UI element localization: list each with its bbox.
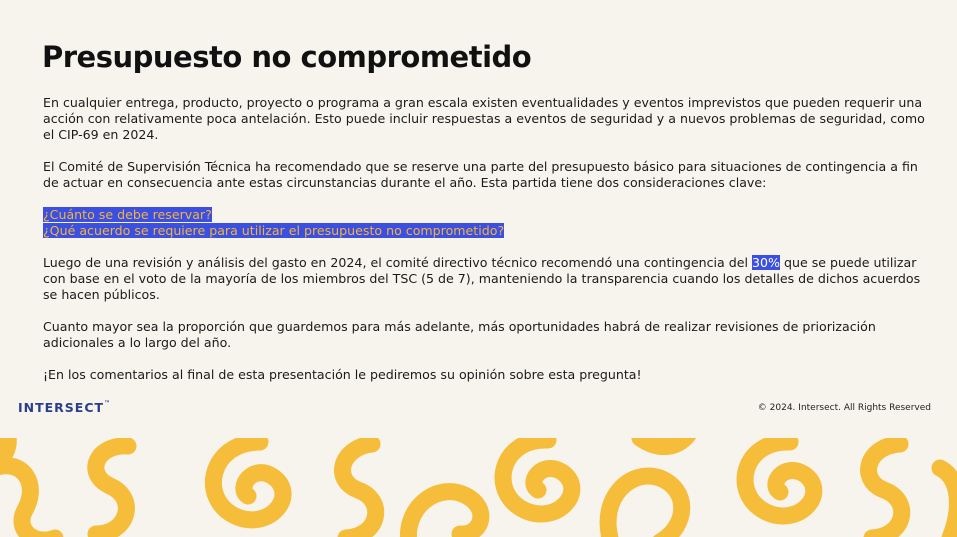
- question-how-much[interactable]: ¿Cuánto se debe reservar?: [43, 207, 212, 222]
- paragraph-intro[interactable]: En cualquier entrega, producto, proyecto…: [43, 95, 933, 143]
- slide-body: En cualquier entrega, producto, proyecto…: [43, 95, 933, 399]
- paragraph-proportion[interactable]: Cuanto mayor sea la proporción que guard…: [43, 319, 933, 351]
- slide-title: Presupuesto no comprometido: [42, 40, 532, 74]
- selected-questions[interactable]: ¿Cuánto se debe reservar? ¿Qué acuerdo s…: [43, 207, 933, 239]
- question-agreement[interactable]: ¿Qué acuerdo se requiere para utilizar e…: [43, 223, 505, 238]
- slide: Presupuesto no comprometido En cualquier…: [0, 0, 957, 537]
- decorative-swirl-pattern: [0, 438, 957, 537]
- contingency-percent[interactable]: 30%: [751, 255, 780, 270]
- paragraph-feedback[interactable]: ¡En los comentarios al final de esta pre…: [43, 367, 933, 383]
- logo-trademark: ™: [104, 400, 112, 407]
- paragraph-recommendation[interactable]: Luego de una revisión y análisis del gas…: [43, 255, 933, 303]
- logo-text: INTERSECT: [18, 400, 105, 415]
- intersect-logo: INTERSECT™: [18, 400, 111, 415]
- paragraph-committee[interactable]: El Comité de Supervisión Técnica ha reco…: [43, 159, 933, 191]
- copyright-notice: © 2024. Intersect. All Rights Reserved: [757, 403, 931, 413]
- paragraph3-before: Luego de una revisión y análisis del gas…: [43, 255, 752, 270]
